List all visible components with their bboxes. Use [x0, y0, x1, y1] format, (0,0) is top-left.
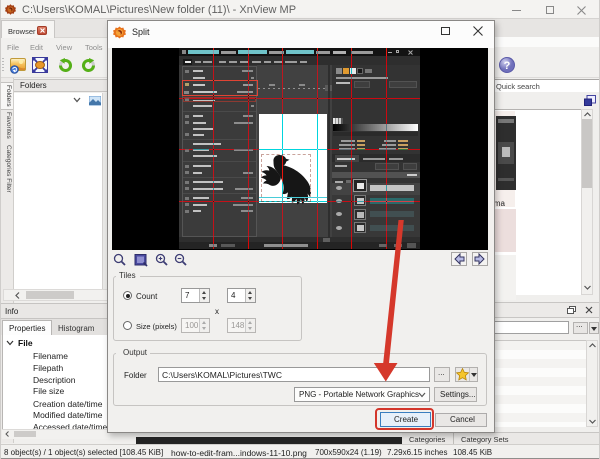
svg-text:?: ?	[504, 60, 511, 72]
